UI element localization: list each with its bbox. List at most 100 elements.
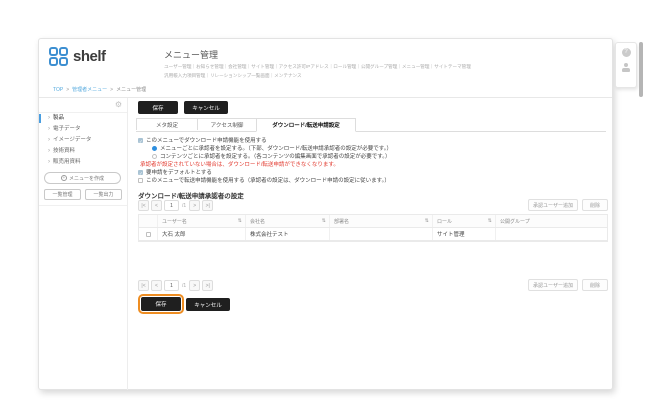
sidebar-item-tech-docs[interactable]: ›技術資料 — [39, 146, 127, 157]
add-approver-user-button[interactable]: 承認ユーザー追加 — [528, 279, 578, 291]
row-checkbox[interactable] — [146, 232, 151, 237]
user-icon[interactable] — [622, 63, 630, 72]
transfer-request-label: このメニューで転送申請機能を使用する（承認者の設定は、ダウンロード申請の設定に従… — [146, 176, 390, 184]
table-row: 大石 太郎 株式会社テスト サイト管理 — [139, 228, 607, 241]
approver-actions-top: 承認ユーザー追加 削除 — [528, 199, 608, 211]
breadcrumb-separator: > — [66, 87, 69, 93]
list-manage-button[interactable]: 一覧管理 — [44, 189, 81, 200]
cell-user: 大石 太郎 — [157, 228, 245, 240]
cell-company: 株式会社テスト — [245, 228, 329, 240]
shelf-logo-icon — [49, 47, 68, 66]
pagination-page-input[interactable] — [164, 200, 179, 211]
create-menu-button[interactable]: + メニューを作成 — [44, 172, 121, 184]
per-menu-radio[interactable] — [152, 146, 157, 151]
breadcrumb: TOP > 管理者メニュー > メニュー管理 — [53, 86, 146, 93]
pagination-page-input[interactable] — [164, 280, 179, 291]
column-label: 公開グループ — [500, 218, 530, 225]
pagination-next-button[interactable]: > — [189, 280, 200, 291]
sidebar-item-product[interactable]: ›製品 — [39, 113, 127, 124]
sort-icon[interactable]: ⇅ — [322, 218, 326, 224]
tab-access-control[interactable]: アクセス制御 — [197, 118, 257, 130]
sidebar: ⚙ ›製品 ›電子データ ›イメージデータ ›技術資料 ›販売用資料 + メニュ… — [39, 98, 128, 390]
pagination-first-button[interactable]: |< — [138, 200, 149, 211]
cancel-button-bottom[interactable]: キャンセル — [186, 298, 230, 311]
help-icon[interactable]: ? — [622, 48, 631, 57]
add-approver-user-button[interactable]: 承認ユーザー追加 — [528, 199, 578, 211]
default-request-checkbox[interactable]: ✓ — [138, 170, 143, 175]
table-header-row: ユーザー名 ⇅ 会社名 ⇅ 部署名 ⇅ ロール ⇅ — [139, 215, 607, 228]
tab-download-transfer-settings[interactable]: ダウンロード/転送申請設定 — [256, 118, 356, 132]
chevron-right-icon: › — [48, 148, 50, 154]
pagination-top: |< < /1 > >| — [138, 200, 213, 211]
page-title: メニュー管理 — [164, 48, 604, 61]
select-all-cell — [139, 215, 157, 227]
per-content-radio[interactable] — [152, 154, 157, 159]
pagination-last-button[interactable]: >| — [202, 200, 213, 211]
save-button-top[interactable]: 保存 — [138, 101, 178, 114]
per-menu-label: メニューごとに承認者を設定する。（下部、ダウンロード/転送申請承認者の設定が必要… — [160, 144, 392, 152]
column-header-user: ユーザー名 ⇅ — [157, 215, 245, 227]
chevron-right-icon: › — [48, 126, 50, 132]
column-header-role: ロール ⇅ — [432, 215, 495, 227]
sidebar-item-label: 製品 — [53, 115, 64, 121]
pagination-bottom: |< < /1 > >| — [138, 280, 213, 291]
transfer-request-checkbox[interactable] — [138, 178, 143, 183]
logo-text: shelf — [73, 48, 106, 65]
logo[interactable]: shelf — [49, 47, 106, 66]
sidebar-item-label: 技術資料 — [53, 148, 75, 154]
transfer-request-row: このメニューで転送申請機能を使用する（承認者の設定は、ダウンロード申請の設定に従… — [138, 176, 390, 184]
breadcrumb-separator: > — [110, 87, 113, 93]
sort-icon[interactable]: ⇅ — [238, 218, 242, 224]
column-label: ユーザー名 — [162, 218, 187, 225]
pagination-first-button[interactable]: |< — [138, 280, 149, 291]
approver-actions-bottom: 承認ユーザー追加 削除 — [528, 279, 608, 291]
column-header-group: 公開グループ — [495, 215, 607, 227]
delete-approver-button[interactable]: 削除 — [582, 279, 608, 291]
user-icon-head — [624, 63, 628, 67]
sidebar-item-image-data[interactable]: ›イメージデータ — [39, 135, 127, 146]
default-request-row: ✓ 要申請をデフォルトとする — [138, 168, 212, 176]
module-list-line2: 汎用帳入力項目管理｜リレーションシップ一覧画面｜メンテナンス — [164, 73, 604, 79]
approver-section-title: ダウンロード/転送申請承認者の設定 — [138, 190, 244, 200]
use-download-checkbox[interactable]: ✓ — [138, 138, 143, 143]
save-button-bottom-highlighted[interactable]: 保存 — [141, 297, 181, 311]
pagination-prev-button[interactable]: < — [151, 280, 162, 291]
column-label: 会社名 — [250, 218, 265, 225]
chevron-right-icon: › — [48, 137, 50, 143]
sidebar-item-electronic-data[interactable]: ›電子データ — [39, 124, 127, 135]
breadcrumb-section-link[interactable]: 管理者メニュー — [72, 86, 107, 93]
list-export-button[interactable]: 一覧出力 — [85, 189, 122, 200]
pagination-prev-button[interactable]: < — [151, 200, 162, 211]
breadcrumb-home-link[interactable]: TOP — [53, 87, 63, 93]
breadcrumb-current: メニュー管理 — [116, 86, 146, 93]
cell-department — [329, 228, 432, 240]
module-list-line1: ユーザー管理｜お知らせ管理｜会社管理｜サイト管理｜アクセス許可IPアドレス｜ロー… — [164, 64, 604, 70]
user-icon-body — [622, 68, 630, 72]
quick-access-panel: ? — [615, 42, 637, 88]
pagination-total-label: /1 — [182, 203, 186, 209]
chevron-right-icon: › — [48, 159, 50, 165]
sort-icon[interactable]: ⇅ — [488, 218, 492, 224]
scrollbar-thumb[interactable] — [639, 42, 643, 97]
create-menu-label: メニューを作成 — [69, 175, 104, 182]
approver-table: ユーザー名 ⇅ 会社名 ⇅ 部署名 ⇅ ロール ⇅ — [138, 214, 608, 242]
pagination-last-button[interactable]: >| — [202, 280, 213, 291]
sidebar-item-sales-docs[interactable]: ›販売用資料 — [39, 157, 127, 168]
cell-role: サイト管理 — [432, 228, 495, 240]
use-download-label: このメニューでダウンロード申請機能を使用する — [146, 136, 267, 144]
pagination-next-button[interactable]: > — [189, 200, 200, 211]
sidebar-item-label: イメージデータ — [53, 137, 91, 143]
sidebar-divider — [39, 205, 127, 206]
tab-meta-settings[interactable]: メタ設定 — [136, 118, 198, 130]
gear-icon[interactable]: ⚙ — [115, 100, 122, 109]
sort-icon[interactable]: ⇅ — [425, 218, 429, 224]
use-download-row: ✓ このメニューでダウンロード申請機能を使用する — [138, 136, 267, 144]
tab-bar: メタ設定 アクセス制御 ダウンロード/転送申請設定 — [136, 118, 356, 132]
sidebar-header: ⚙ — [39, 98, 127, 113]
header: メニュー管理 ユーザー管理｜お知らせ管理｜会社管理｜サイト管理｜アクセス許可IP… — [164, 48, 604, 79]
cancel-button-top[interactable]: キャンセル — [184, 101, 228, 114]
delete-approver-button[interactable]: 削除 — [582, 199, 608, 211]
plus-circle-icon: + — [61, 175, 67, 181]
row-select-cell — [139, 228, 157, 240]
app-window: shelf メニュー管理 ユーザー管理｜お知らせ管理｜会社管理｜サイト管理｜アク… — [38, 38, 613, 390]
